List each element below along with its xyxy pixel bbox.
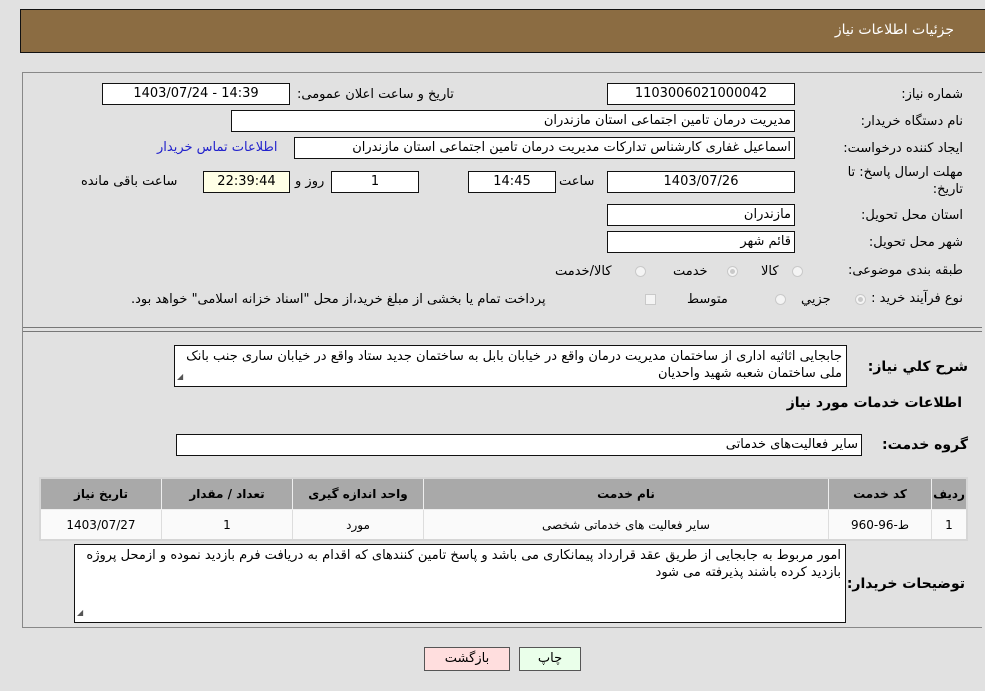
resize-grip-icon[interactable]: ◢ [177,368,183,385]
cell-row-number: 1 [931,509,968,541]
cell-service-name: سایر فعالیت های خدماتی شخصی [423,509,829,541]
category-option-goods-service: کالا/خدمت [555,264,612,279]
col-quantity: تعداد / مقدار [161,477,293,510]
purchase-type-label: نوع فرآیند خرید : [871,291,963,306]
purchase-option-minor: جزیي [801,292,831,307]
need-number-field: 1103006021000042 [607,83,795,105]
resize-grip-icon[interactable]: ◢ [77,604,83,621]
buyer-notes-label: توضیحات خریدار: [846,576,965,592]
purchase-option-medium: متوسط [687,292,728,307]
services-table: ردیف کد خدمت نام خدمت واحد اندازه گیری ت… [39,477,968,541]
delivery-province-field: مازندران [607,204,795,226]
buyer-notes-text: امور مربوط به جابجایی از طریق عقد قراردا… [86,548,841,580]
description-text: جابجایی اثاثیه اداری از ساختمان مدیریت د… [186,349,842,381]
time-remaining-field: 22:39:44 [203,171,290,193]
announce-datetime-field: 1403/07/24 - 14:39 [102,83,290,105]
category-option-goods: کالا [761,264,779,279]
delivery-city-label: شهر محل تحویل: [868,235,963,250]
buyer-contact-link[interactable]: اطلاعات تماس خریدار [157,140,277,155]
col-row-number: ردیف [931,477,968,510]
category-label: طبقه بندی موضوعی: [847,263,963,278]
col-service-code: کد خدمت [828,477,932,510]
services-section-title: اطلاعات خدمات مورد نیاز [786,395,962,411]
days-remaining-field: 1 [331,171,419,193]
col-need-date: تاریخ نیاز [39,477,162,510]
category-option-service: خدمت [673,264,708,279]
requester-field: اسماعیل غفاری کارشناس تدارکات مدیریت درم… [294,137,795,159]
cell-need-date: 1403/07/27 [39,509,162,541]
col-service-name: نام خدمت [423,477,829,510]
treasury-note: پرداخت تمام یا بخشی از مبلغ خرید،از محل … [131,292,546,307]
col-unit: واحد اندازه گیری [292,477,424,510]
cell-service-code: ط-96-960 [828,509,932,541]
purchase-radio-medium[interactable] [775,294,786,305]
deadline-date-field: 1403/07/26 [607,171,795,193]
deadline-time-field: 14:45 [468,171,556,193]
cell-unit: مورد [292,509,424,541]
requester-label: ایجاد کننده درخواست: [843,141,963,156]
deadline-label-date: تاریخ: [932,182,963,197]
delivery-province-label: استان محل تحویل: [861,208,963,223]
table-row: 1 ط-96-960 سایر فعالیت های خدماتی شخصی م… [39,509,968,541]
category-radio-goods[interactable] [792,266,803,277]
description-label: شرح کلي نیاز: [867,359,968,375]
treasury-checkbox[interactable] [645,294,656,305]
service-group-field: سایر فعالیت‌های خدماتی [176,434,862,456]
category-radio-service[interactable] [727,266,738,277]
delivery-city-field: قائم شهر [607,231,795,253]
buyer-org-field: مدیریت درمان تامین اجتماعی استان مازندرا… [231,110,795,132]
cell-quantity: 1 [161,509,293,541]
deadline-label: مهلت ارسال پاسخ: تا [847,165,963,180]
back-button[interactable]: بازگشت [424,647,510,671]
divider [23,327,982,328]
time-remaining-label: ساعت باقی مانده [81,174,178,189]
description-textarea[interactable]: جابجایی اثاثیه اداری از ساختمان مدیریت د… [174,345,847,387]
page-header: جزئیات اطلاعات نیاز [20,9,985,53]
buyer-notes-textarea[interactable]: امور مربوط به جابجایی از طریق عقد قراردا… [74,544,846,623]
table-header-row: ردیف کد خدمت نام خدمت واحد اندازه گیری ت… [39,477,968,510]
divider [23,331,982,332]
buyer-org-label: نام دستگاه خریدار: [860,114,963,129]
need-number-label: شماره نیاز: [901,87,963,102]
purchase-radio-minor[interactable] [855,294,866,305]
service-group-label: گروه خدمت: [882,437,968,453]
page-title: جزئیات اطلاعات نیاز [834,22,954,38]
print-button[interactable]: چاپ [519,647,581,671]
days-label: روز و [295,174,325,189]
category-radio-goods-service[interactable] [635,266,646,277]
deadline-time-label: ساعت [559,174,595,189]
announce-datetime-label: تاریخ و ساعت اعلان عمومی: [297,87,454,102]
